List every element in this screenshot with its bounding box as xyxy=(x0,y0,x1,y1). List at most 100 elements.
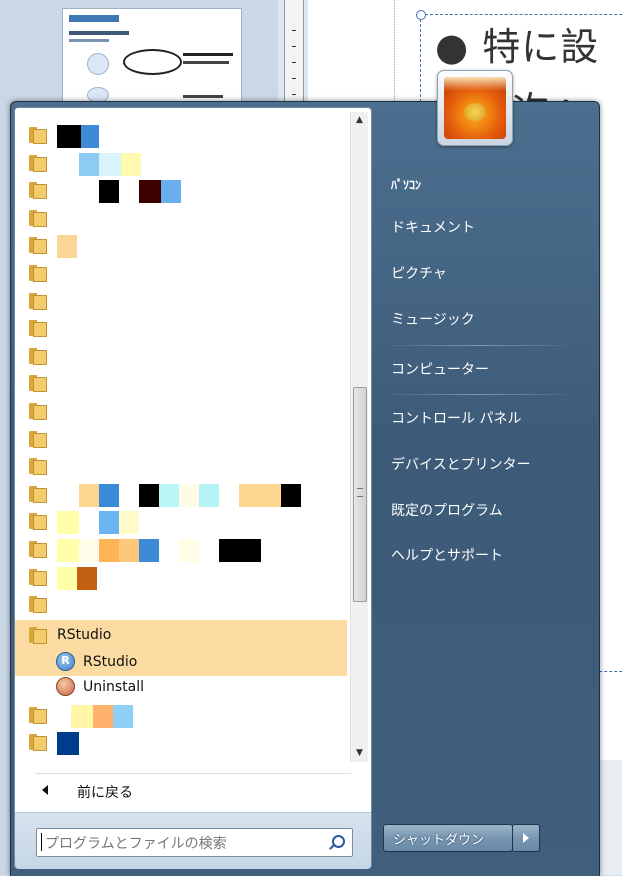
folder-icon xyxy=(29,319,47,337)
redacted-block xyxy=(219,484,239,507)
program-folder[interactable] xyxy=(15,730,347,755)
right-item-music[interactable]: ミュージック xyxy=(391,309,475,329)
start-menu: RStudio R RStudio Uninstall ▲ ▼ 前に戻る プログラムと… xyxy=(10,101,600,876)
redacted-block xyxy=(77,567,97,590)
right-item-computer[interactable]: コンピューター xyxy=(391,359,489,379)
redacted-block xyxy=(57,125,81,148)
back-label: 前に戻る xyxy=(77,785,133,801)
program-folder[interactable] xyxy=(15,592,347,615)
slide-thumbnail[interactable] xyxy=(62,8,242,104)
redacted-block xyxy=(179,484,199,507)
folder-icon xyxy=(29,402,47,420)
program-folder[interactable] xyxy=(15,565,347,590)
redacted-block xyxy=(79,539,99,562)
right-item-user[interactable]: ﾊﾟｿｺﾝ xyxy=(391,176,421,193)
redacted-block xyxy=(119,484,139,507)
redacted-block xyxy=(57,511,79,534)
redacted-block xyxy=(99,153,121,176)
redacted-block xyxy=(57,705,71,728)
redacted-block xyxy=(57,539,79,562)
uninstall-icon xyxy=(56,677,75,696)
shutdown-options-button[interactable] xyxy=(512,824,540,852)
program-label: Uninstall xyxy=(83,678,145,695)
program-folder[interactable] xyxy=(15,151,347,176)
program-folder[interactable] xyxy=(15,703,347,728)
redacted-block xyxy=(199,539,219,562)
redacted-block xyxy=(161,180,181,203)
program-folder[interactable] xyxy=(15,399,347,422)
redacted-block xyxy=(119,539,139,562)
scroll-down-arrow-icon[interactable]: ▼ xyxy=(351,745,368,762)
flower-picture-icon xyxy=(444,77,506,139)
all-programs-list: RStudio R RStudio Uninstall xyxy=(15,112,347,762)
program-folder[interactable] xyxy=(15,289,347,312)
folder-icon xyxy=(29,126,47,144)
redacted-block xyxy=(99,539,119,562)
redacted-block xyxy=(239,484,281,507)
redacted-block xyxy=(57,732,79,755)
programs-scrollbar[interactable]: ▲ ▼ xyxy=(350,112,368,762)
folder-icon xyxy=(29,430,47,448)
slide-title: ● 特に設 xyxy=(435,25,600,69)
program-folder[interactable] xyxy=(15,344,347,367)
search-icon[interactable] xyxy=(332,835,345,848)
program-folder[interactable] xyxy=(15,482,347,507)
folder-icon xyxy=(29,457,47,475)
redacted-block xyxy=(93,705,113,728)
back-button[interactable]: 前に戻る xyxy=(25,776,355,804)
redacted-block xyxy=(121,153,141,176)
folder-icon xyxy=(29,154,47,172)
right-item-devices-printers[interactable]: デバイスとプリンター xyxy=(391,454,531,474)
redacted-block xyxy=(139,180,161,203)
right-item-pictures[interactable]: ピクチャ xyxy=(391,263,447,283)
program-folder[interactable] xyxy=(15,123,347,148)
right-item-help-support[interactable]: ヘルプとサポート xyxy=(391,545,503,565)
program-folder[interactable] xyxy=(15,206,347,229)
program-folder[interactable] xyxy=(15,178,347,203)
user-avatar[interactable] xyxy=(437,70,513,146)
program-rstudio[interactable]: R RStudio xyxy=(15,647,347,676)
shutdown-button[interactable]: シャットダウン xyxy=(383,824,513,852)
folder-icon xyxy=(29,706,47,724)
redacted-block xyxy=(219,539,261,562)
redacted-block xyxy=(281,484,301,507)
redacted-block xyxy=(159,484,179,507)
redacted-block xyxy=(159,539,179,562)
programs-pane: RStudio R RStudio Uninstall ▲ ▼ 前に戻る プログラムと… xyxy=(14,107,372,869)
program-folder[interactable] xyxy=(15,233,347,258)
redacted-block xyxy=(99,511,119,534)
redacted-block xyxy=(71,705,93,728)
program-folder[interactable] xyxy=(15,261,347,284)
program-label: RStudio xyxy=(83,653,138,670)
program-folder[interactable] xyxy=(15,371,347,394)
rstudio-icon: R xyxy=(56,652,75,671)
scroll-up-arrow-icon[interactable]: ▲ xyxy=(351,112,368,129)
program-folder[interactable] xyxy=(15,454,347,477)
redacted-block xyxy=(57,153,79,176)
search-input[interactable]: プログラムとファイルの検索 xyxy=(36,828,353,857)
folder-icon xyxy=(29,512,47,530)
folder-icon xyxy=(29,540,47,558)
program-folder[interactable] xyxy=(15,316,347,339)
redacted-block xyxy=(179,539,199,562)
folder-icon xyxy=(29,568,47,586)
program-folder[interactable] xyxy=(15,427,347,450)
folder-icon xyxy=(29,733,47,751)
right-item-control-panel[interactable]: コントロール パネル xyxy=(391,408,521,428)
program-folder[interactable] xyxy=(15,537,347,562)
chevron-right-icon xyxy=(523,833,529,843)
folder-icon xyxy=(29,347,47,365)
redacted-block xyxy=(57,235,77,258)
program-uninstall[interactable]: Uninstall xyxy=(15,675,347,698)
search-placeholder: プログラムとファイルの検索 xyxy=(45,836,227,852)
scroll-thumb[interactable] xyxy=(353,387,367,602)
redacted-block xyxy=(57,484,79,507)
redacted-block xyxy=(79,511,99,534)
redacted-block xyxy=(99,484,119,507)
folder-icon xyxy=(29,264,47,282)
program-folder-rstudio[interactable]: RStudio xyxy=(15,620,347,649)
redacted-block xyxy=(79,484,99,507)
right-item-documents[interactable]: ドキュメント xyxy=(391,217,475,237)
program-folder[interactable] xyxy=(15,509,347,534)
right-item-default-programs[interactable]: 既定のプログラム xyxy=(391,500,503,520)
